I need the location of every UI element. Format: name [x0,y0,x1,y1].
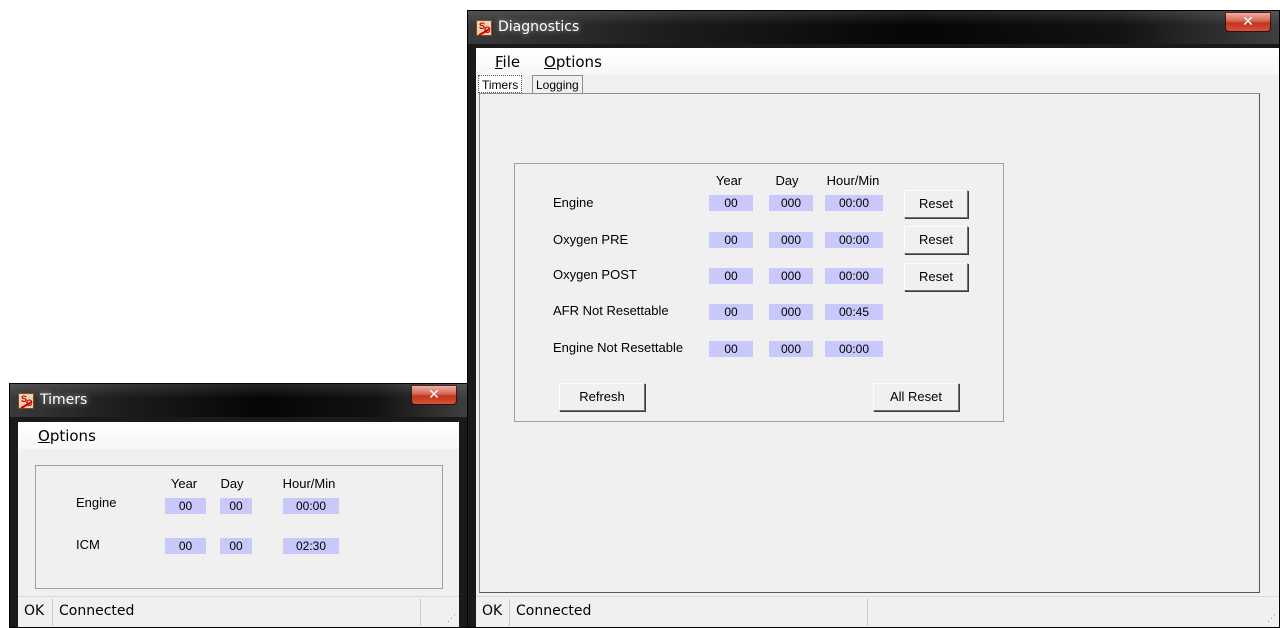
menubar: File Options [476,48,1279,75]
header-hour-min: Hour/Min [282,476,336,491]
row-label-engine-not-resettable: Engine Not Resettable [553,340,684,355]
header-day: Day [220,476,244,491]
engine-year-value: 00 [165,498,206,514]
close-icon: ✕ [1242,14,1254,30]
icm-year-value: 00 [165,538,206,554]
reset-oxygen-pre-button[interactable]: Reset [904,226,968,254]
statusbar: OK Connected ⋰ [18,596,459,627]
oxygen-post-year-value: 00 [709,268,753,284]
header-year: Year [715,173,743,188]
engine-hour-min-value: 00:00 [283,498,339,514]
app-logo-icon: SC [18,393,34,410]
header-year: Year [170,476,198,491]
row-label-oxygen-pre: Oxygen PRE [553,232,629,247]
row-label-afr-not-resettable: AFR Not Resettable [553,303,669,318]
oxygen-pre-year-value: 00 [709,232,753,248]
diagnostics-titlebar[interactable]: SC Diagnostics ✕ [468,11,1279,44]
menu-options[interactable]: Options [38,427,96,445]
diagnostics-client: File Options Timers Logging Year Day Hou… [476,48,1279,627]
engine-year-value: 00 [709,195,753,211]
menu-options-mnemonic: O [38,427,50,445]
reset-oxygen-post-button[interactable]: Reset [904,263,968,291]
resize-grip-icon[interactable]: ⋰ [1267,614,1276,624]
window-title: Timers [40,392,88,408]
row-label-engine: Engine [76,495,117,510]
timers-window: SC Timers ✕ Options Year Day Hour/Min En… [9,383,468,628]
menu-options-rest: ptions [555,53,602,71]
afr-hour-min-value: 00:45 [825,304,883,320]
menu-options-mnemonic: O [544,53,556,71]
engine-nr-hour-min-value: 00:00 [825,341,883,357]
window-title: Diagnostics [498,19,580,35]
engine-nr-day-value: 000 [769,341,813,357]
row-label-engine: Engine [553,195,594,210]
menu-file-rest: ile [502,53,521,71]
engine-nr-year-value: 00 [709,341,753,357]
status-state: OK [18,599,53,626]
oxygen-post-hour-min-value: 00:00 [825,268,883,284]
close-button[interactable]: ✕ [411,385,457,405]
menu-file-mnemonic: F [495,53,503,71]
header-day: Day [775,173,799,188]
close-icon: ✕ [428,387,440,403]
status-state: OK [476,599,510,626]
oxygen-post-day-value: 000 [769,268,813,284]
timers-tab-page: Year Day Hour/Min Engine 00 000 00:00 Re… [479,93,1260,593]
menu-file[interactable]: File [495,53,520,71]
menu-options-rest: ptions [49,427,96,445]
menu-options[interactable]: Options [544,53,602,71]
engine-day-value: 00 [220,498,252,514]
oxygen-pre-hour-min-value: 00:00 [825,232,883,248]
tab-logging[interactable]: Logging [532,75,583,93]
oxygen-pre-day-value: 000 [769,232,813,248]
menubar: Options [18,422,459,449]
afr-day-value: 000 [769,304,813,320]
row-label-oxygen-post: Oxygen POST [553,267,637,282]
engine-day-value: 000 [769,195,813,211]
afr-year-value: 00 [709,304,753,320]
icm-day-value: 00 [220,538,252,554]
row-label-icm: ICM [76,537,100,552]
app-logo-icon: SC [476,20,492,37]
reset-engine-button[interactable]: Reset [904,190,968,218]
resize-grip-icon[interactable]: ⋰ [447,614,456,624]
status-connection: Connected [53,599,421,626]
refresh-button[interactable]: Refresh [559,383,645,411]
timers-titlebar[interactable]: SC Timers ✕ [10,384,467,417]
timers-client: Options Year Day Hour/Min Engine 00 00 0… [18,422,459,627]
tab-timers[interactable]: Timers [478,75,523,93]
diagnostics-groupbox: Year Day Hour/Min Engine 00 000 00:00 Re… [514,163,1004,422]
icm-hour-min-value: 02:30 [283,538,339,554]
timers-groupbox: Year Day Hour/Min Engine 00 00 00:00 ICM… [35,465,443,589]
status-connection: Connected [510,599,868,626]
all-reset-button[interactable]: All Reset [873,383,959,411]
close-button[interactable]: ✕ [1225,12,1271,32]
engine-hour-min-value: 00:00 [825,195,883,211]
statusbar: OK Connected ⋰ [476,596,1279,627]
header-hour-min: Hour/Min [826,173,880,188]
diagnostics-window: SC Diagnostics ✕ File Options Timers Log… [467,10,1280,628]
